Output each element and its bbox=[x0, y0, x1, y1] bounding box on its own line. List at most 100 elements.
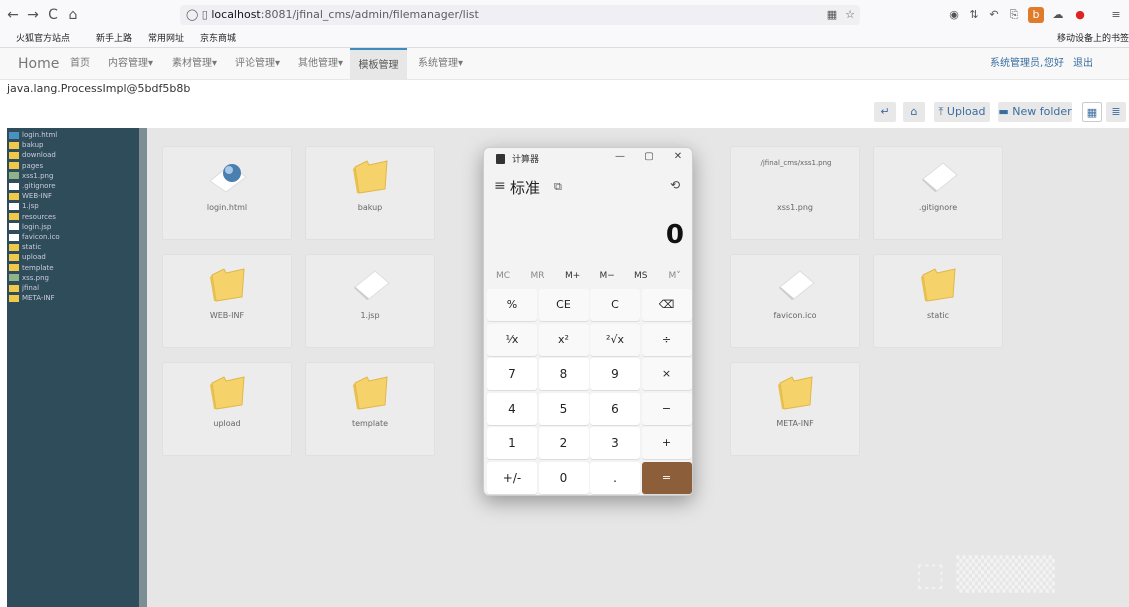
bookmark-item[interactable]: 常用网址 bbox=[148, 30, 184, 48]
file-tile[interactable]: static bbox=[873, 254, 1003, 348]
calc-key[interactable]: . bbox=[590, 461, 640, 494]
minimize-button[interactable]: — bbox=[610, 151, 630, 162]
memory-button[interactable]: MS bbox=[634, 271, 647, 281]
nav-item[interactable]: 内容管理▾ bbox=[108, 48, 153, 80]
menu-icon[interactable]: ≡ bbox=[1108, 7, 1124, 23]
nav-item[interactable]: 系统管理▾ bbox=[418, 48, 463, 80]
calc-key[interactable]: 5 bbox=[538, 392, 589, 425]
home-folder-button[interactable]: ⌂ bbox=[903, 102, 925, 122]
file-tile[interactable]: login.html bbox=[162, 146, 292, 240]
splitter-handle[interactable] bbox=[139, 128, 147, 607]
memory-button[interactable]: MR bbox=[531, 271, 545, 281]
close-button[interactable]: ✕ bbox=[668, 151, 688, 162]
brand-home[interactable]: Home bbox=[18, 48, 59, 80]
tree-item[interactable]: .gitignore bbox=[9, 181, 56, 191]
maximize-button[interactable]: ▢ bbox=[639, 151, 659, 162]
tree-item[interactable]: bakup bbox=[9, 140, 43, 150]
new-folder-button[interactable]: ▬ New folder bbox=[998, 102, 1072, 122]
calc-key[interactable]: ⌫ bbox=[641, 289, 692, 321]
hamburger-menu-icon[interactable]: ≡ bbox=[494, 178, 506, 194]
file-tile[interactable]: favicon.ico bbox=[730, 254, 860, 348]
notification-icon[interactable]: ● bbox=[1072, 7, 1088, 23]
tree-item[interactable]: pages bbox=[9, 161, 43, 171]
tree-item[interactable]: upload bbox=[9, 252, 46, 262]
calc-key[interactable]: 1 bbox=[487, 427, 537, 459]
mobile-bookmarks[interactable]: 移动设备上的书签 bbox=[1057, 30, 1129, 48]
list-view-button[interactable]: ≣ bbox=[1106, 102, 1126, 122]
calc-key[interactable]: − bbox=[641, 392, 692, 425]
calc-key[interactable]: × bbox=[641, 358, 692, 390]
nav-item[interactable]: 评论管理▾ bbox=[235, 48, 280, 80]
nav-item[interactable]: 首页 bbox=[70, 48, 90, 80]
home-button[interactable]: ⌂ bbox=[64, 6, 82, 24]
keep-on-top-icon[interactable]: ⧉ bbox=[554, 180, 562, 194]
bookmark-item[interactable]: 京东商城 bbox=[200, 30, 236, 48]
calc-key[interactable]: CE bbox=[538, 289, 589, 321]
reload-button[interactable]: C bbox=[44, 6, 62, 24]
tree-item[interactable]: download bbox=[9, 150, 56, 160]
memory-button[interactable]: M+ bbox=[565, 271, 580, 281]
calc-key[interactable]: 6 bbox=[590, 392, 640, 425]
logout-link[interactable]: 退出 bbox=[1073, 48, 1093, 80]
undo-icon[interactable]: ↶ bbox=[986, 7, 1002, 23]
tree-item[interactable]: login.jsp bbox=[9, 222, 51, 232]
memory-button[interactable]: MC bbox=[496, 271, 510, 281]
file-tile[interactable]: /jfinal_cms/xss1.png xss1.png bbox=[730, 146, 860, 240]
file-tile[interactable]: .gitignore bbox=[873, 146, 1003, 240]
calc-key[interactable]: % bbox=[487, 289, 537, 321]
nav-item[interactable]: 素材管理▾ bbox=[172, 48, 217, 80]
sync-icon[interactable]: ⇅ bbox=[966, 7, 982, 23]
tree-item[interactable]: resources bbox=[9, 212, 56, 222]
calc-key[interactable]: 2 bbox=[538, 427, 589, 459]
tree-item[interactable]: xss.png bbox=[9, 273, 49, 283]
tree-item[interactable]: favicon.ico bbox=[9, 232, 60, 242]
address-bar[interactable]: ◯ ▯ localhost:8081/jfinal_cms/admin/file… bbox=[180, 5, 860, 25]
upload-button[interactable]: ⤒ Upload bbox=[934, 102, 990, 122]
nav-item[interactable]: 其他管理▾ bbox=[298, 48, 343, 80]
tree-item[interactable]: 1.jsp bbox=[9, 201, 39, 211]
tree-item[interactable]: login.html bbox=[9, 130, 57, 140]
bookmark-item[interactable]: 火狐官方站点 bbox=[16, 30, 70, 48]
file-tile[interactable]: bakup bbox=[305, 146, 435, 240]
bookmark-item[interactable]: 新手上路 bbox=[96, 30, 132, 48]
burp-icon[interactable]: b bbox=[1028, 7, 1044, 23]
calc-key[interactable]: ÷ bbox=[641, 323, 692, 356]
file-tile[interactable]: WEB-INF bbox=[162, 254, 292, 348]
cloud-icon[interactable]: ☁ bbox=[1050, 7, 1066, 23]
calc-key[interactable]: 3 bbox=[590, 427, 640, 459]
calc-key[interactable]: 0 bbox=[538, 461, 589, 494]
file-tile[interactable]: upload bbox=[162, 362, 292, 456]
memory-button[interactable]: M− bbox=[600, 271, 615, 281]
qr-icon[interactable]: ▦ bbox=[824, 7, 840, 23]
star-icon[interactable]: ☆ bbox=[842, 7, 858, 23]
grid-view-button[interactable]: ▦ bbox=[1082, 102, 1102, 122]
back-folder-button[interactable]: ↵ bbox=[874, 102, 896, 122]
nav-item-active[interactable]: 模板管理 bbox=[350, 48, 407, 80]
calc-key[interactable]: + bbox=[641, 427, 692, 459]
tree-item[interactable]: WEB-INF bbox=[9, 191, 52, 201]
memory-button[interactable]: M˅ bbox=[669, 271, 681, 281]
tree-item[interactable]: static bbox=[9, 242, 41, 252]
calc-key[interactable]: C bbox=[590, 289, 640, 321]
calc-key[interactable]: ²√x bbox=[590, 323, 640, 356]
user-name[interactable]: 系统管理员, bbox=[990, 48, 1043, 80]
calc-key[interactable]: ¹⁄x bbox=[487, 323, 537, 356]
extensions-icon[interactable]: ⎘ bbox=[1006, 7, 1022, 23]
tree-item[interactable]: META-INF bbox=[9, 293, 55, 303]
calc-key[interactable]: 7 bbox=[487, 358, 537, 390]
calc-key[interactable]: 9 bbox=[590, 358, 640, 390]
account-icon[interactable]: ◉ bbox=[946, 7, 962, 23]
calc-key[interactable]: = bbox=[641, 461, 692, 494]
file-tile[interactable]: template bbox=[305, 362, 435, 456]
back-button[interactable]: ← bbox=[4, 6, 22, 24]
calc-key[interactable]: +/- bbox=[487, 461, 537, 494]
calc-key[interactable]: x² bbox=[538, 323, 589, 356]
tree-item[interactable]: jfinal bbox=[9, 283, 39, 293]
forward-button[interactable]: → bbox=[24, 6, 42, 24]
file-tile[interactable]: 1.jsp bbox=[305, 254, 435, 348]
calc-key[interactable]: 8 bbox=[538, 358, 589, 390]
tree-item[interactable]: xss1.png bbox=[9, 171, 53, 181]
file-tile[interactable]: META-INF bbox=[730, 362, 860, 456]
calc-key[interactable]: 4 bbox=[487, 392, 537, 425]
tree-item[interactable]: template bbox=[9, 263, 54, 273]
